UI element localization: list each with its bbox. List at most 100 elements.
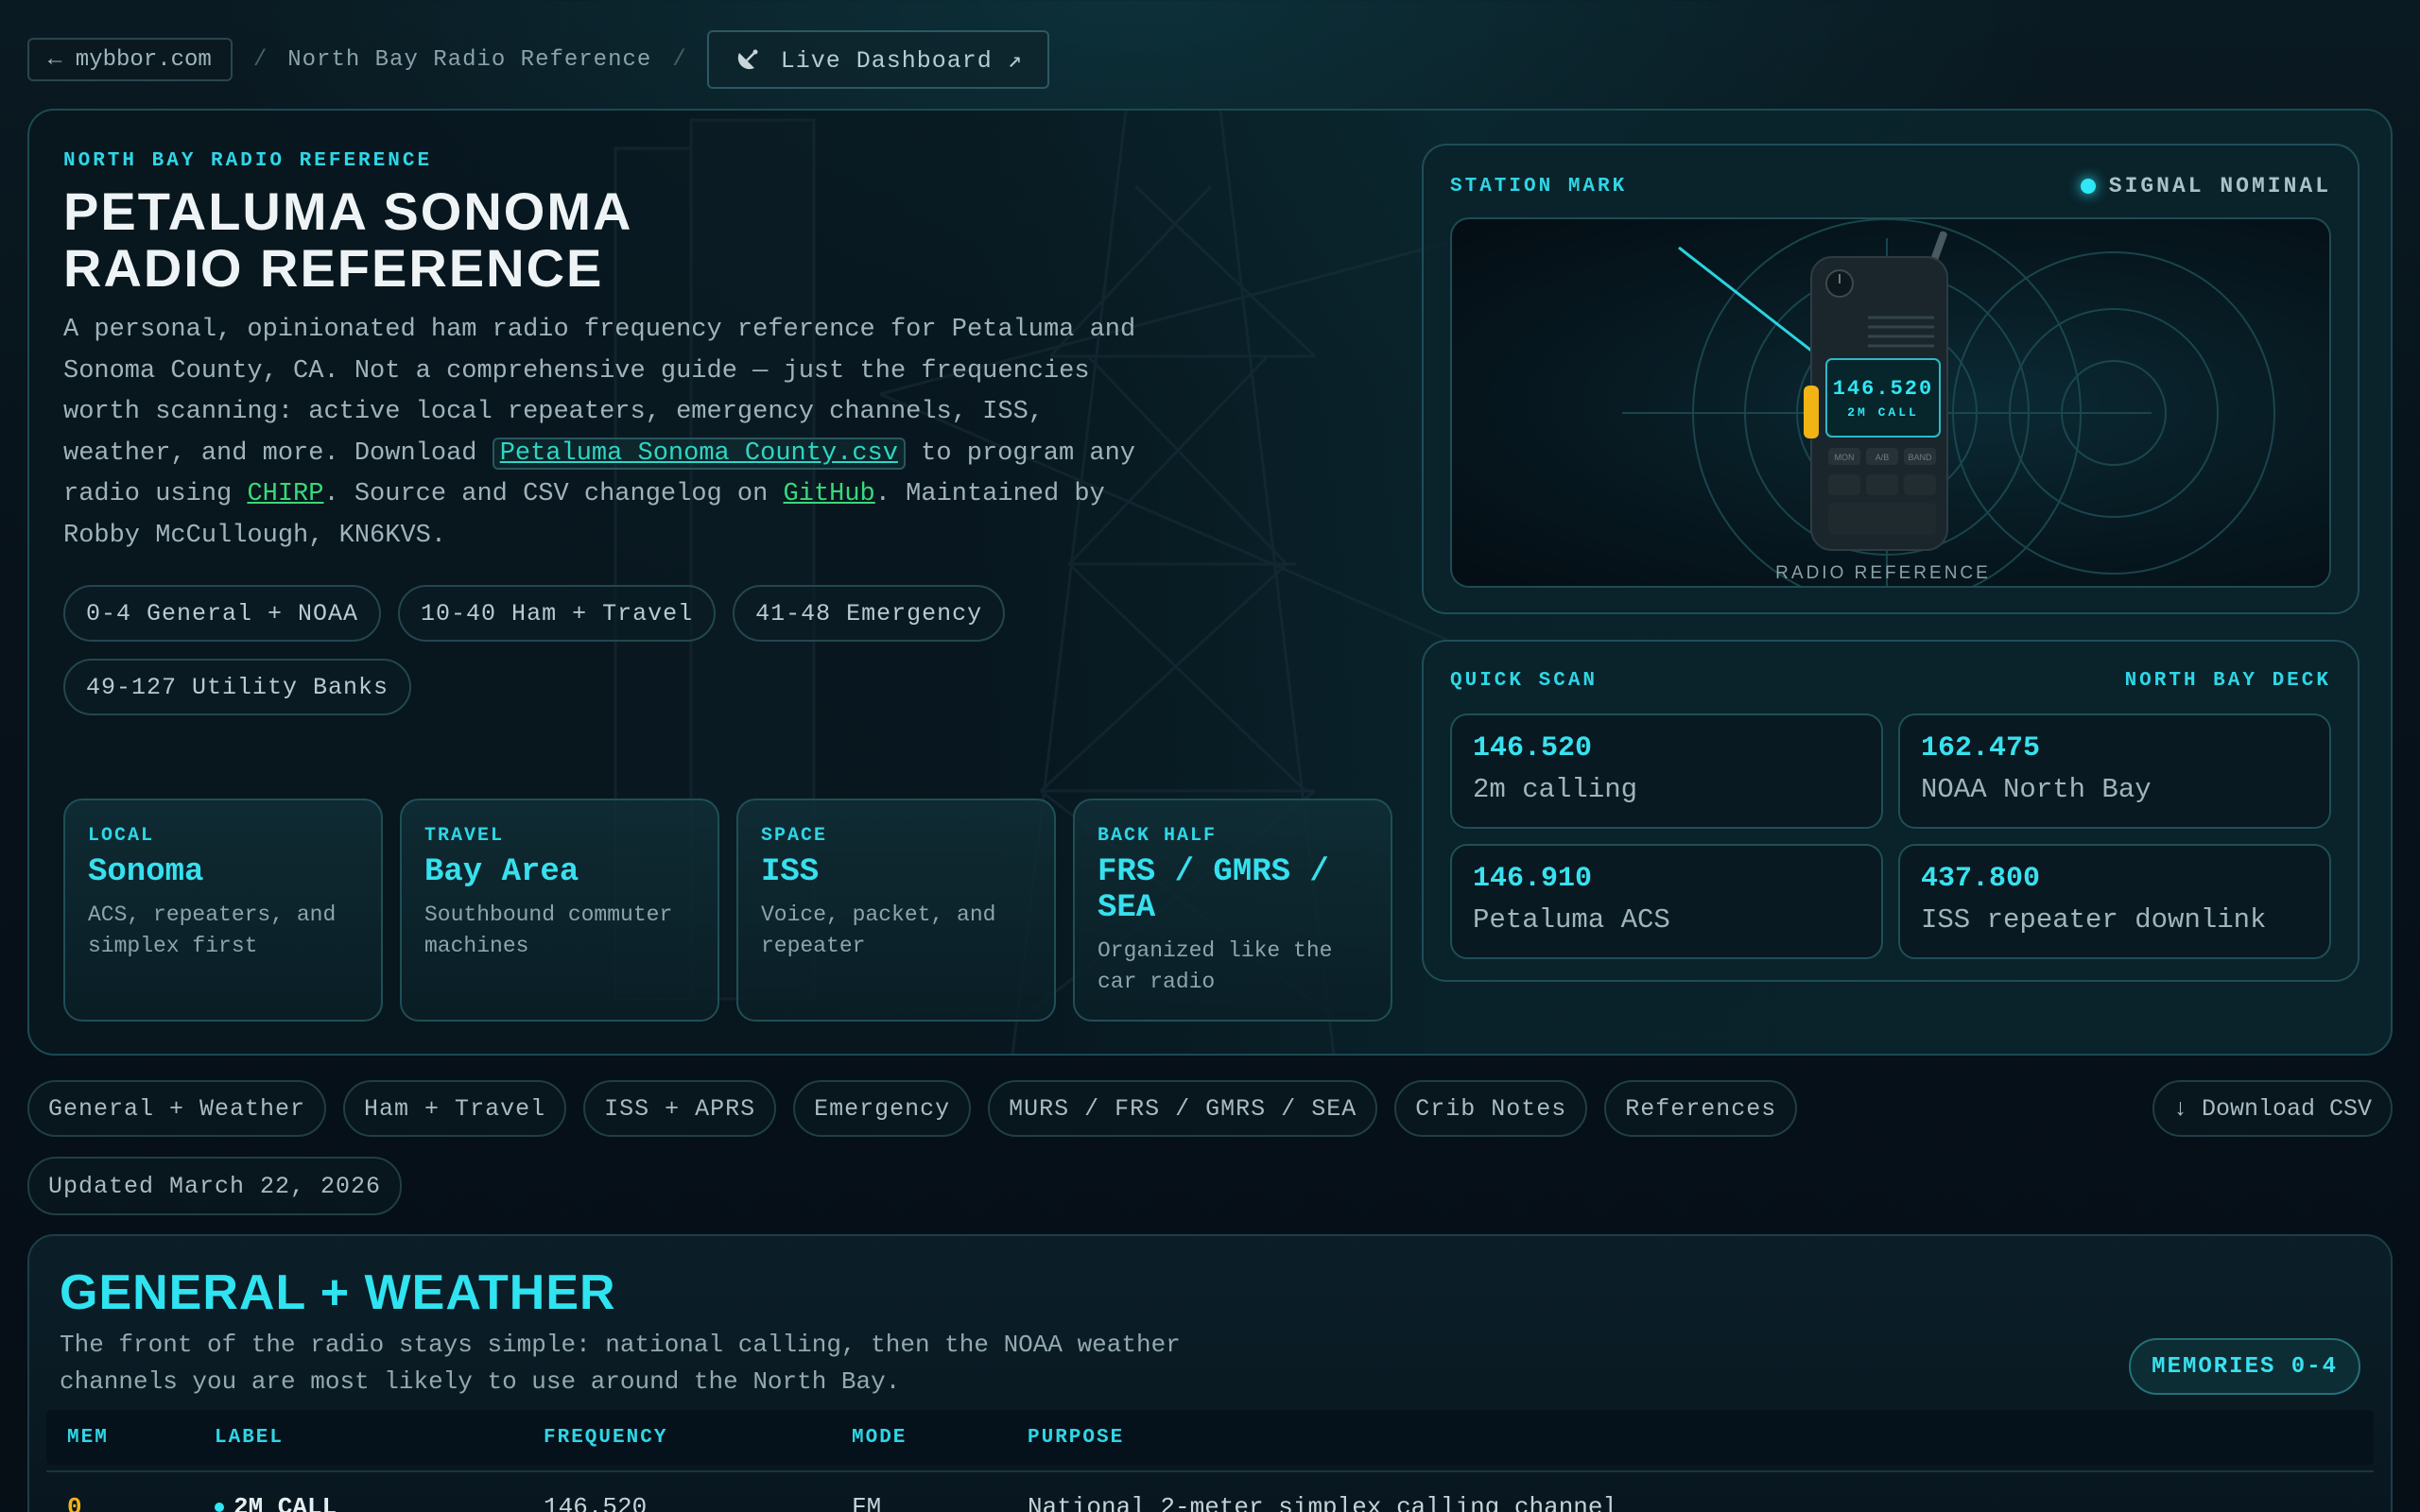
section-title: GENERAL + WEATHER xyxy=(60,1265,616,1320)
card-back-half[interactable]: BACK HALF FRS / GMRS / SEA Organized lik… xyxy=(1073,799,1392,1022)
card-space[interactable]: SPACE ISS Voice, packet, and repeater xyxy=(736,799,1056,1022)
general-weather-section: GENERAL + WEATHER The front of the radio… xyxy=(27,1234,2393,1512)
cell-mode: FM xyxy=(852,1493,882,1512)
signal-status-text: SIGNAL NOMINAL xyxy=(2108,174,2331,198)
cell-purpose: National 2-meter simplex calling channel xyxy=(1028,1493,1618,1512)
quick-scan-freq: 162.475 xyxy=(1921,732,2041,765)
cell-label: 2M CALL xyxy=(215,1493,337,1512)
station-header: STATION MARK SIGNAL NOMINAL xyxy=(1450,174,2331,198)
satellite-dish-icon xyxy=(737,49,758,70)
hero-content: NORTH BAY RADIO REFERENCE PETALUMA SONOM… xyxy=(63,150,1425,715)
column-header-label: LABEL xyxy=(215,1427,285,1449)
memories-badge: MEMORIES 0-4 xyxy=(2129,1338,2360,1395)
updated-badge: Updated March 22, 2026 xyxy=(27,1157,403,1215)
card-title: Sonoma xyxy=(88,854,204,890)
card-tag: LOCAL xyxy=(88,825,155,847)
table-row[interactable]: 0 2M CALL 146.520 FM National 2-meter si… xyxy=(46,1470,2374,1512)
card-desc: Organized like the car radio xyxy=(1098,938,1333,994)
feature-cards: LOCAL Sonoma ACS, repeaters, and simplex… xyxy=(63,799,1392,1022)
breadcrumb-separator: / xyxy=(672,46,686,73)
quick-scan-label-text: ISS repeater downlink xyxy=(1921,904,2267,936)
pill-general-noaa[interactable]: 0-4 General + NOAA xyxy=(63,585,382,642)
quick-scan-label-text: NOAA North Bay xyxy=(1921,774,2152,805)
radio-button-ab: A/B xyxy=(1876,453,1890,462)
table-header: MEM LABEL FREQUENCY MODE PURPOSE xyxy=(46,1410,2374,1465)
card-desc: ACS, repeaters, and simplex first xyxy=(88,902,337,958)
card-desc: Southbound commuter machines xyxy=(424,902,673,958)
page-title: PETALUMA SONOMA RADIO REFERENCE xyxy=(63,181,631,298)
quick-scan-label-text: Petaluma ACS xyxy=(1473,904,1670,936)
radio-button-band: BAND xyxy=(1908,453,1932,462)
radio-display-sub: 2M CALL xyxy=(1847,405,1919,420)
nav-murs-frs-gmrs-sea[interactable]: MURS / FRS / GMRS / SEA xyxy=(988,1080,1378,1137)
cell-frequency: 146.520 xyxy=(544,1493,648,1512)
column-header-purpose: PURPOSE xyxy=(1028,1427,1125,1449)
cell-mem: 0 xyxy=(67,1493,82,1512)
live-dashboard-link[interactable]: Live Dashboard ↗ xyxy=(706,30,1049,89)
breadcrumb: ← mybbor.com / North Bay Radio Reference… xyxy=(27,30,1049,89)
github-link[interactable]: GitHub xyxy=(784,480,875,508)
back-link[interactable]: ← mybbor.com xyxy=(27,38,233,81)
card-title: FRS / GMRS / SEA xyxy=(1098,854,1329,926)
nav-crib-notes[interactable]: Crib Notes xyxy=(1394,1080,1588,1137)
card-tag: TRAVEL xyxy=(424,825,505,847)
hero-description: A personal, opinionated ham radio freque… xyxy=(63,310,1160,557)
card-title: ISS xyxy=(761,854,820,890)
card-local[interactable]: LOCAL Sonoma ACS, repeaters, and simplex… xyxy=(63,799,383,1022)
nav-iss-aprs[interactable]: ISS + APRS xyxy=(583,1080,777,1137)
download-csv-label: ↓ Download CSV xyxy=(2172,1094,2372,1123)
cell-label-text: 2M CALL xyxy=(233,1493,337,1512)
status-dot-icon xyxy=(2080,179,2096,194)
station-mark-panel: STATION MARK SIGNAL NOMINAL 146.520 2M C… xyxy=(1422,144,2360,614)
quick-scan-freq: 437.800 xyxy=(1921,863,2041,895)
quick-scan-header: QUICK SCAN NORTH BAY DECK xyxy=(1450,670,2331,692)
section-nav: General + Weather Ham + Travel ISS + APR… xyxy=(27,1080,1798,1137)
radio-display-freq: 146.520 xyxy=(1833,377,1933,401)
column-header-mem: MEM xyxy=(67,1427,109,1449)
column-header-mode: MODE xyxy=(852,1427,908,1449)
hero-eyebrow: NORTH BAY RADIO REFERENCE xyxy=(63,150,433,172)
nav-references[interactable]: References xyxy=(1604,1080,1798,1137)
pill-ham-travel[interactable]: 10-40 Ham + Travel xyxy=(398,585,717,642)
quick-scan-item[interactable]: 437.800 ISS repeater downlink xyxy=(1898,844,2331,959)
radio-button-mon: MON xyxy=(1835,453,1855,462)
row-dot-icon xyxy=(215,1503,224,1512)
column-header-frequency: FREQUENCY xyxy=(544,1427,668,1449)
quick-scan-freq: 146.910 xyxy=(1473,863,1593,895)
quick-scan-deck: NORTH BAY DECK xyxy=(2124,670,2331,692)
breadcrumb-separator: / xyxy=(252,46,268,73)
card-desc: Voice, packet, and repeater xyxy=(761,902,996,958)
card-title: Bay Area xyxy=(424,854,579,890)
radar-screen: 146.520 2M CALL MON A/B BAND RADIO REFER… xyxy=(1450,217,2331,588)
csv-download-link[interactable]: Petaluma Sonoma County.csv xyxy=(492,437,906,470)
card-tag: SPACE xyxy=(761,825,828,847)
station-label: STATION MARK xyxy=(1450,175,1628,198)
quick-scan-label-text: 2m calling xyxy=(1473,774,1638,805)
quick-scan-item[interactable]: 146.910 Petaluma ACS xyxy=(1450,844,1883,959)
chirp-link[interactable]: CHIRP xyxy=(247,480,323,508)
nav-general-weather[interactable]: General + Weather xyxy=(27,1080,327,1137)
quick-scan-grid: 146.520 2m calling 162.475 NOAA North Ba… xyxy=(1450,713,2331,959)
quick-scan-label: QUICK SCAN xyxy=(1450,670,1599,692)
live-dashboard-label: Live Dashboard ↗ xyxy=(780,46,1023,75)
nav-emergency[interactable]: Emergency xyxy=(793,1080,972,1137)
quick-scan-item[interactable]: 146.520 2m calling xyxy=(1450,713,1883,829)
pill-emergency[interactable]: 41-48 Emergency xyxy=(733,585,1006,642)
signal-status: SIGNAL NOMINAL xyxy=(2080,174,2331,198)
hero-desc-text: . Source and CSV changelog on xyxy=(323,480,784,508)
card-tag: BACK HALF xyxy=(1098,825,1218,847)
card-travel[interactable]: TRAVEL Bay Area Southbound commuter mach… xyxy=(400,799,719,1022)
back-link-label: ← mybbor.com xyxy=(48,46,212,73)
memory-range-pills: 0-4 General + NOAA 10-40 Ham + Travel 41… xyxy=(63,585,1103,715)
quick-scan-panel: QUICK SCAN NORTH BAY DECK 146.520 2m cal… xyxy=(1422,640,2360,982)
breadcrumb-current: North Bay Radio Reference xyxy=(287,46,652,73)
quick-scan-item[interactable]: 162.475 NOAA North Bay xyxy=(1898,713,2331,829)
quick-scan-freq: 146.520 xyxy=(1473,732,1593,765)
download-csv-button[interactable]: ↓ Download CSV xyxy=(2152,1080,2393,1137)
hero-panel: NORTH BAY RADIO REFERENCE PETALUMA SONOM… xyxy=(27,109,2393,1056)
radio-caption: RADIO REFERENCE xyxy=(1775,563,1991,583)
radar-graphic: 146.520 2M CALL MON A/B BAND RADIO REFER… xyxy=(1622,219,2275,586)
pill-utility-banks[interactable]: 49-127 Utility Banks xyxy=(63,659,412,715)
nav-ham-travel[interactable]: Ham + Travel xyxy=(343,1080,567,1137)
section-description: The front of the radio stays simple: nat… xyxy=(60,1331,1181,1396)
